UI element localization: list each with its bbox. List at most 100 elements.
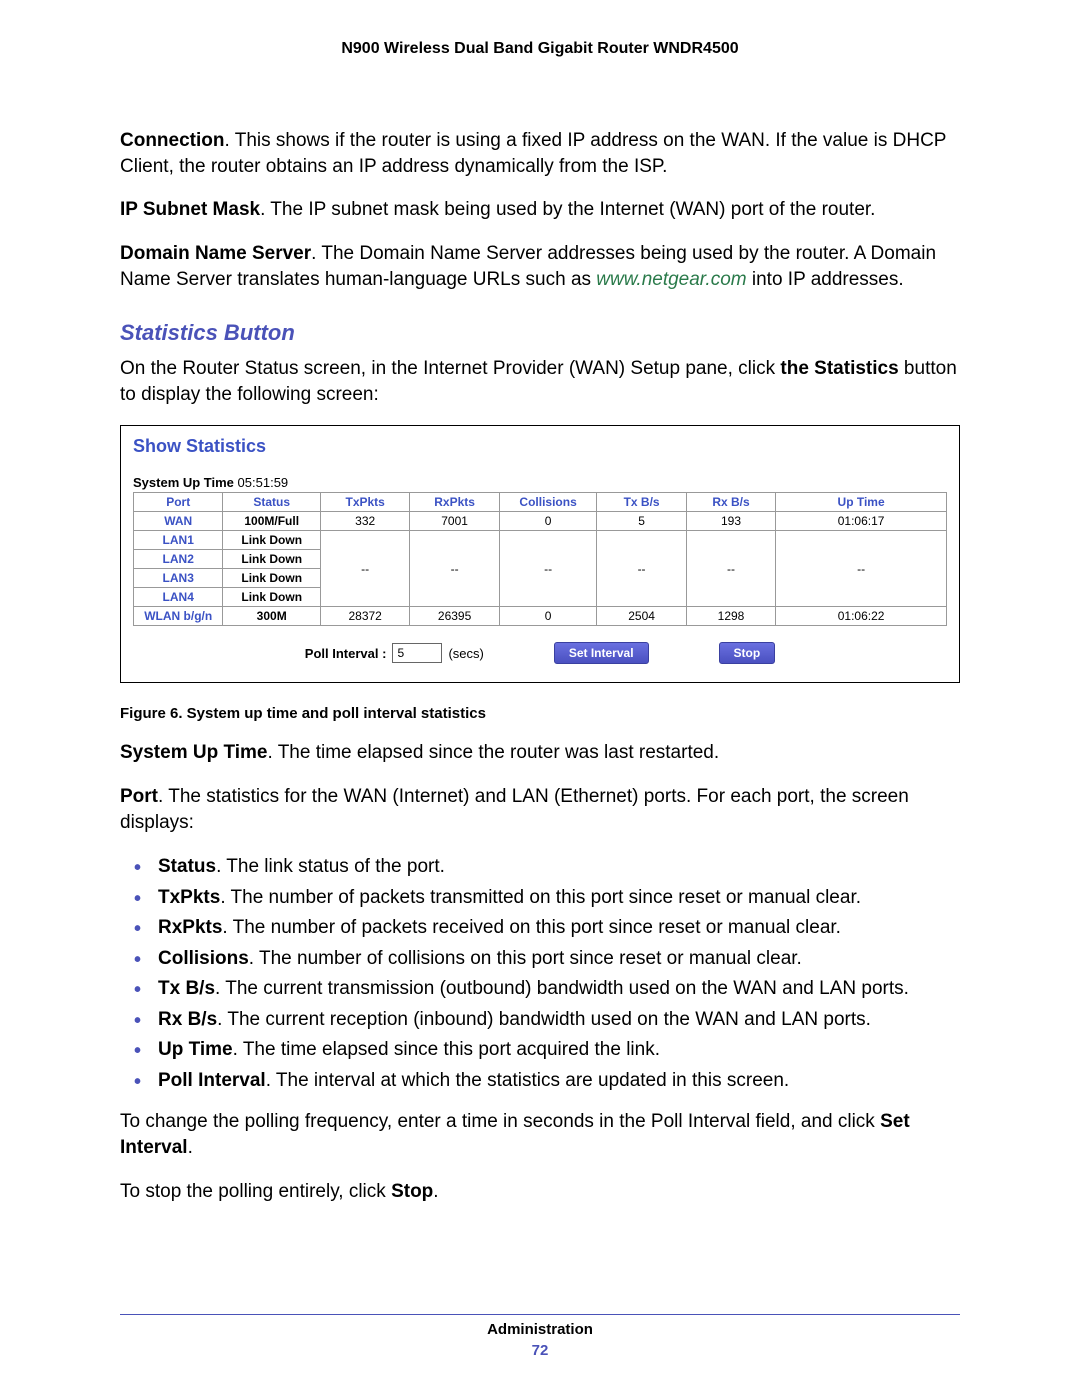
cell-port: WAN xyxy=(134,512,223,531)
list-item-term: RxPkts xyxy=(158,917,222,938)
cell-status: 300M xyxy=(223,607,321,626)
set-interval-button[interactable]: Set Interval xyxy=(554,642,649,664)
text: . The statistics for the WAN (Internet) … xyxy=(120,786,909,833)
system-up-time-value: 05:51:59 xyxy=(238,475,289,490)
page-footer: Administration 72 xyxy=(120,1321,960,1359)
cell-txpkts: 28372 xyxy=(320,607,409,626)
bullet-list: Status. The link status of the port.TxPk… xyxy=(120,853,960,1095)
cell-rxbs: 193 xyxy=(686,512,775,531)
footer-page-number: 72 xyxy=(120,1342,960,1359)
cell-port: LAN2 xyxy=(134,550,223,569)
cell-rxpkts: 7001 xyxy=(410,512,499,531)
cell-collisions: 0 xyxy=(499,607,597,626)
list-item: RxPkts. The number of packets received o… xyxy=(120,914,960,943)
table-header-row: Port Status TxPkts RxPkts Collisions Tx … xyxy=(134,493,947,512)
term-sysup: System Up Time xyxy=(120,742,267,763)
col-rxbs: Rx B/s xyxy=(686,493,775,512)
statistics-table: Port Status TxPkts RxPkts Collisions Tx … xyxy=(133,492,947,626)
table-body: WAN100M/Full33270010519301:06:17LAN1Link… xyxy=(134,512,947,626)
para-sysup: System Up Time. The time elapsed since t… xyxy=(120,740,960,766)
cell-status: Link Down xyxy=(223,531,321,550)
cell-status: Link Down xyxy=(223,569,321,588)
list-item-text: . The current reception (inbound) bandwi… xyxy=(217,1009,871,1030)
para-connection: Connection. This shows if the router is … xyxy=(120,128,960,179)
footer-section: Administration xyxy=(120,1321,960,1338)
list-item-text: . The number of collisions on this port … xyxy=(249,948,802,969)
cell-txpkts: 332 xyxy=(320,512,409,531)
text: To stop the polling entirely, click xyxy=(120,1181,391,1202)
section-title-statistics: Statistics Button xyxy=(120,320,960,346)
cell-rxpkts: -- xyxy=(410,531,499,607)
cell-collisions: 0 xyxy=(499,512,597,531)
table-row: WLAN b/g/n300M283722639502504129801:06:2… xyxy=(134,607,947,626)
text: . This shows if the router is using a fi… xyxy=(120,130,946,177)
text: . xyxy=(188,1137,193,1158)
cell-rxpkts: 26395 xyxy=(410,607,499,626)
stop-button[interactable]: Stop xyxy=(719,642,776,664)
system-up-time-label: System Up Time xyxy=(133,475,234,490)
col-txbs: Tx B/s xyxy=(597,493,686,512)
term-dns: Domain Name Server xyxy=(120,243,311,264)
text: To change the polling frequency, enter a… xyxy=(120,1111,880,1132)
col-port: Port xyxy=(134,493,223,512)
list-item-text: . The current transmission (outbound) ba… xyxy=(215,978,909,999)
system-up-time-row: System Up Time 05:51:59 xyxy=(133,475,947,490)
figure-caption: Figure 6. System up time and poll interv… xyxy=(120,705,960,722)
list-item-text: . The interval at which the statistics a… xyxy=(266,1070,789,1091)
col-txpkts: TxPkts xyxy=(320,493,409,512)
cell-txpkts: -- xyxy=(320,531,409,607)
text: . The IP subnet mask being used by the I… xyxy=(260,199,875,220)
term-connection: Connection xyxy=(120,130,225,151)
list-item: Poll Interval. The interval at which the… xyxy=(120,1067,960,1096)
cell-uptime: -- xyxy=(776,531,947,607)
cell-collisions: -- xyxy=(499,531,597,607)
cell-status: Link Down xyxy=(223,550,321,569)
cell-port: LAN4 xyxy=(134,588,223,607)
list-item: Status. The link status of the port. xyxy=(120,853,960,882)
list-item: Collisions. The number of collisions on … xyxy=(120,945,960,974)
list-item: Rx B/s. The current reception (inbound) … xyxy=(120,1006,960,1035)
list-item: Tx B/s. The current transmission (outbou… xyxy=(120,975,960,1004)
poll-interval-label: Poll Interval : xyxy=(305,646,387,661)
cell-txbs: 2504 xyxy=(597,607,686,626)
poll-interval-input[interactable] xyxy=(392,643,442,663)
doc-header: N900 Wireless Dual Band Gigabit Router W… xyxy=(120,40,960,58)
para-ipsubnet: IP Subnet Mask. The IP subnet mask being… xyxy=(120,197,960,223)
footer-rule xyxy=(120,1314,960,1315)
table-row: WAN100M/Full33270010519301:06:17 xyxy=(134,512,947,531)
cell-uptime: 01:06:17 xyxy=(776,512,947,531)
text: On the Router Status screen, in the Inte… xyxy=(120,358,780,379)
para-stop-poll: To stop the polling entirely, click Stop… xyxy=(120,1179,960,1205)
list-item-text: . The number of packets transmitted on t… xyxy=(220,887,861,908)
text-bold: the Statistics xyxy=(780,358,898,379)
panel-title: Show Statistics xyxy=(133,436,947,457)
cell-rxbs: -- xyxy=(686,531,775,607)
statistics-panel: Show Statistics System Up Time 05:51:59 … xyxy=(120,425,960,683)
list-item-text: . The link status of the port. xyxy=(216,856,445,877)
cell-rxbs: 1298 xyxy=(686,607,775,626)
list-item-term: TxPkts xyxy=(158,887,220,908)
list-item-term: Poll Interval xyxy=(158,1070,266,1091)
term-ipsubnet: IP Subnet Mask xyxy=(120,199,260,220)
table-row: LAN1Link Down------------ xyxy=(134,531,947,550)
cell-uptime: 01:06:22 xyxy=(776,607,947,626)
para-change-poll: To change the polling frequency, enter a… xyxy=(120,1109,960,1160)
cell-txbs: 5 xyxy=(597,512,686,531)
text: . The time elapsed since the router was … xyxy=(267,742,719,763)
para-port: Port. The statistics for the WAN (Intern… xyxy=(120,784,960,835)
col-status: Status xyxy=(223,493,321,512)
para-intro: On the Router Status screen, in the Inte… xyxy=(120,356,960,407)
poll-interval-unit: (secs) xyxy=(448,646,483,661)
link-netgear[interactable]: www.netgear.com xyxy=(596,269,746,290)
cell-status: 100M/Full xyxy=(223,512,321,531)
col-uptime: Up Time xyxy=(776,493,947,512)
poll-row: Poll Interval : (secs) Set Interval Stop xyxy=(133,642,947,664)
list-item-text: . The time elapsed since this port acqui… xyxy=(233,1039,660,1060)
list-item: TxPkts. The number of packets transmitte… xyxy=(120,884,960,913)
list-item: Up Time. The time elapsed since this por… xyxy=(120,1036,960,1065)
text: into IP addresses. xyxy=(747,269,904,290)
poll-left: Poll Interval : (secs) xyxy=(305,643,484,663)
col-rxpkts: RxPkts xyxy=(410,493,499,512)
list-item-term: Up Time xyxy=(158,1039,233,1060)
text: . xyxy=(433,1181,438,1202)
